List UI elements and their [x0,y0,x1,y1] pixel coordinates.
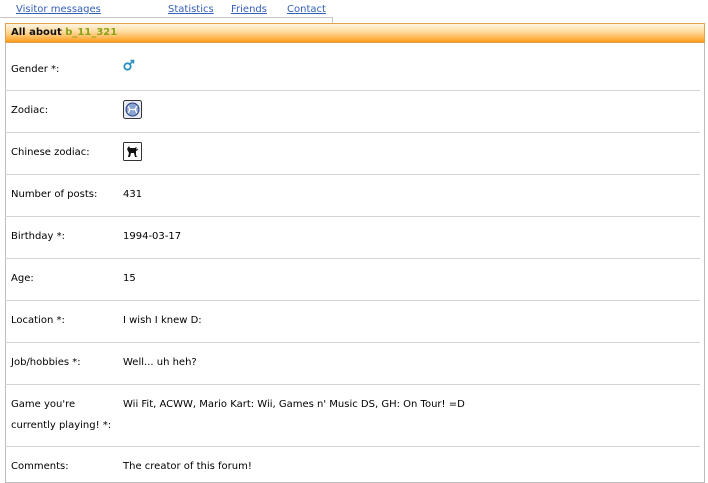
location-value: I wish I knew D: [123,315,202,326]
game-value: Wii Fit, ACWW, Mario Kart: Wii, Games n'… [123,399,465,410]
row-zodiac: Zodiac: [5,91,700,133]
posts-value: 431 [123,189,143,200]
birthday-value: 1994-03-17 [123,231,182,242]
header-username: b_11_321 [65,27,118,38]
birthday-label: Birthday *: [11,231,65,242]
tab-friends[interactable]: Friends [231,4,267,15]
comments-value: The creator of this forum! [123,461,252,472]
panel-header: All about b_11_321 [5,23,705,43]
game-label-line2: currently playing! *: [11,420,112,431]
chinese-zodiac-label: Chinese zodiac: [11,147,90,158]
row-posts: Number of posts: 431 [5,175,700,217]
tab-contact[interactable]: Contact [287,4,326,15]
job-value: Well... uh heh? [123,357,197,368]
profile-tabs: Visitor messages Statistics Friends Cont… [0,0,708,23]
tab-visitor-messages[interactable]: Visitor messages [16,4,101,15]
row-comments: Comments: The creator of this forum! [5,447,700,475]
age-label: Age: [11,273,34,284]
row-birthday: Birthday *: 1994-03-17 [5,217,700,259]
pisces-icon [123,100,142,122]
row-chinese-zodiac: Chinese zodiac: [5,133,700,175]
row-game: Game you're currently playing! *: Wii Fi… [5,385,700,447]
age-value: 15 [123,273,136,284]
row-age: Age: 15 [5,259,700,301]
row-location: Location *: I wish I knew D: [5,301,700,343]
row-job-hobbies: Job/hobbies *: Well... uh heh? [5,343,700,385]
comments-label: Comments: [11,461,69,472]
header-prefix: All about [11,27,62,38]
tab-underline [0,17,332,18]
dog-icon [123,142,142,164]
zodiac-label: Zodiac: [11,105,49,116]
location-label: Location *: [11,315,65,326]
job-label: Job/hobbies *: [11,357,81,368]
row-gender: Gender *: [5,43,700,91]
tab-statistics[interactable]: Statistics [168,4,214,15]
posts-label: Number of posts: [11,189,98,200]
gender-label: Gender *: [11,64,60,75]
male-symbol-icon [123,59,135,74]
game-label-line1: Game you're [11,399,76,410]
